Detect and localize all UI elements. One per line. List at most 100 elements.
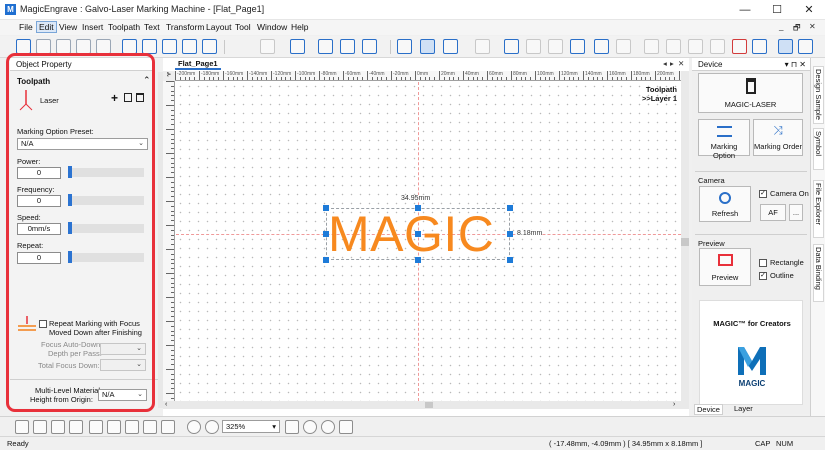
scroll-right-icon[interactable]: ›	[673, 401, 675, 408]
mdi-minimize-button[interactable]: _	[779, 22, 783, 31]
marking-option-button[interactable]: Marking Option	[698, 119, 750, 160]
paste-icon[interactable]	[125, 420, 139, 434]
window-layout-icon[interactable]	[798, 39, 813, 54]
barcode-icon[interactable]	[526, 39, 541, 54]
repeat-input[interactable]: 0	[17, 252, 61, 264]
power-slider-thumb[interactable]	[68, 166, 72, 178]
grid-array-icon[interactable]	[122, 39, 137, 54]
copy-icon[interactable]	[124, 93, 132, 102]
marking-order-button[interactable]: ⤨ Marking Order	[753, 119, 803, 156]
zoom-select[interactable]: 325% ▾	[222, 420, 280, 433]
measure-icon[interactable]	[202, 39, 217, 54]
text-format-icon[interactable]	[443, 39, 458, 54]
brush-icon[interactable]	[475, 39, 490, 54]
resize-handle[interactable]	[507, 257, 513, 263]
eraser-icon[interactable]	[666, 39, 681, 54]
scroll-thumb[interactable]	[425, 402, 433, 408]
zoom-all-icon[interactable]	[321, 420, 335, 434]
crosshair-icon[interactable]	[778, 39, 793, 54]
zoom-in-icon[interactable]	[187, 420, 201, 434]
delete-icon[interactable]	[136, 93, 144, 102]
new-file-icon[interactable]	[15, 420, 29, 434]
power-slider[interactable]	[68, 168, 144, 177]
cut-path-icon[interactable]	[732, 39, 747, 54]
outline-checkbox[interactable]: ✓	[759, 272, 767, 280]
repeat-slider-thumb[interactable]	[68, 251, 72, 263]
scroll-thumb[interactable]	[681, 238, 689, 246]
resize-handle[interactable]	[323, 257, 329, 263]
repeat-focus-checkbox[interactable]	[39, 320, 47, 328]
frame-icon[interactable]	[616, 39, 631, 54]
pointer-icon[interactable]	[420, 39, 435, 54]
horizontal-scrollbar[interactable]: ‹ ›	[163, 401, 689, 409]
collapse-icon[interactable]: ⌃	[143, 75, 151, 86]
panel-controls-icon[interactable]: ▾ ⊓ ✕	[785, 58, 806, 71]
zoom-out-icon[interactable]	[205, 420, 219, 434]
pan-hand-icon[interactable]	[339, 420, 353, 434]
resize-handle[interactable]	[507, 205, 513, 211]
node-edit-icon[interactable]	[397, 39, 412, 54]
resize-handle[interactable]	[323, 205, 329, 211]
menu-toolpath[interactable]: Toolpath	[106, 22, 142, 32]
tab-data-binding[interactable]: Data Binding	[813, 244, 824, 302]
ellipse-tool-icon[interactable]	[96, 39, 111, 54]
menu-layout[interactable]: Layout	[204, 22, 234, 32]
frequency-slider-thumb[interactable]	[68, 194, 72, 206]
tab-device[interactable]: Device	[694, 404, 723, 415]
close-button[interactable]: ✕	[793, 0, 825, 20]
shape-icon[interactable]	[644, 39, 659, 54]
menu-transform[interactable]: Transform	[164, 22, 206, 32]
tab-layer[interactable]: Layer	[732, 404, 755, 413]
snap-icon[interactable]	[362, 39, 377, 54]
preview-button[interactable]: Preview	[699, 248, 751, 286]
vector-icon[interactable]	[688, 39, 703, 54]
autofocus-button[interactable]: AF	[760, 204, 786, 221]
undo-icon[interactable]	[143, 420, 157, 434]
marking-preset-select[interactable]: N/A ⌄	[17, 138, 148, 150]
align-icon[interactable]	[290, 39, 305, 54]
mdi-restore-button[interactable]: 🗗	[793, 22, 801, 36]
resize-handle[interactable]	[323, 231, 329, 237]
resize-handle[interactable]	[415, 231, 421, 237]
distribute-icon[interactable]	[318, 39, 333, 54]
camera-on-checkbox[interactable]: ✓	[759, 190, 767, 198]
mdi-close-button[interactable]: ✕	[809, 22, 816, 31]
menu-edit[interactable]: Edit	[36, 21, 57, 33]
magic-text-object[interactable]: MAGIC	[328, 209, 494, 259]
open-folder-icon[interactable]	[33, 420, 47, 434]
zoom-region-icon[interactable]	[285, 420, 299, 434]
copy-style-icon[interactable]	[260, 39, 275, 54]
resize-handle[interactable]	[507, 231, 513, 237]
tab-symbol[interactable]: Symbol	[813, 128, 824, 170]
menu-insert[interactable]: Insert	[80, 22, 105, 32]
pen-tool-icon[interactable]	[36, 39, 51, 54]
draw-icon[interactable]	[504, 39, 519, 54]
speed-input[interactable]: 0mm/s	[17, 223, 61, 235]
tab-scroll-left-icon[interactable]: ◂	[663, 59, 667, 68]
repeat-slider[interactable]	[68, 253, 144, 262]
menu-window[interactable]: Window	[255, 22, 289, 32]
line-tool-icon[interactable]	[56, 39, 71, 54]
total-focus-stepper[interactable]: ⌄	[100, 359, 146, 371]
save-icon[interactable]	[51, 420, 65, 434]
menu-file[interactable]: File	[17, 22, 35, 32]
multi-level-select[interactable]: N/A ⌄	[98, 389, 147, 401]
minimize-button[interactable]: —	[729, 0, 761, 20]
frequency-input[interactable]: 0	[17, 195, 61, 207]
tab-close-icon[interactable]: ✕	[678, 59, 684, 68]
tab-design-sample[interactable]: Design Sample	[813, 66, 824, 124]
center-align-icon[interactable]	[340, 39, 355, 54]
rectangle-tool-icon[interactable]	[76, 39, 91, 54]
promo-banner[interactable]: MAGIC™ for Creators MAGIC	[699, 300, 803, 405]
cut-icon[interactable]	[89, 420, 103, 434]
redo-icon[interactable]	[161, 420, 175, 434]
speed-slider-thumb[interactable]	[68, 222, 72, 234]
resize-handle[interactable]	[415, 257, 421, 263]
frequency-slider[interactable]	[68, 196, 144, 205]
qr-code-icon[interactable]	[548, 39, 563, 54]
menu-tool[interactable]: Tool	[233, 22, 253, 32]
fill-icon[interactable]	[594, 39, 609, 54]
focus-depth-stepper[interactable]: ⌄	[100, 343, 146, 355]
camera-more-button[interactable]: ...	[789, 204, 803, 221]
menu-text[interactable]: Text	[142, 22, 162, 32]
